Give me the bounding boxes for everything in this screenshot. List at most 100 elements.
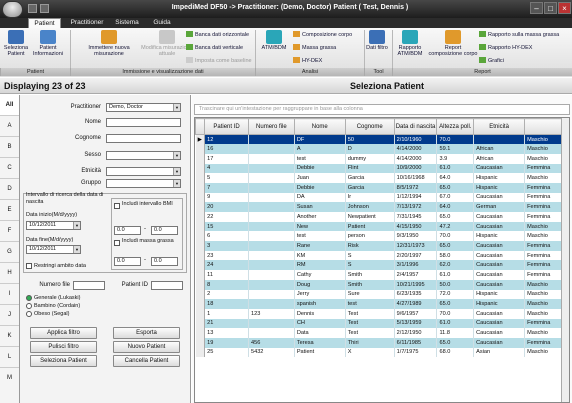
date-end-picker[interactable]: 10/12/2011 ▼ <box>26 245 81 254</box>
column-header[interactable]: Cognome <box>344 118 395 135</box>
bmi-min-input[interactable]: 0.0 <box>114 226 141 235</box>
table-cell[interactable] <box>248 270 295 280</box>
patient-id-input[interactable] <box>151 281 183 290</box>
table-cell[interactable]: Caucasian <box>473 241 526 251</box>
table-cell[interactable]: 68.0 <box>436 347 475 358</box>
table-cell[interactable]: Garcia <box>345 182 395 193</box>
table-row[interactable]: 18 spanish test 4/27/1989 65.0 Hispanic Maschi… <box>195 299 569 309</box>
new-measurement-button[interactable]: Immettere nuova misurazione <box>82 30 136 57</box>
hydex-button[interactable]: HY-DEX <box>293 57 322 64</box>
table-cell[interactable]: 70.0 <box>436 134 475 145</box>
table-cell[interactable] <box>248 318 295 329</box>
charts-button[interactable]: Grafici <box>479 57 504 64</box>
table-cell[interactable]: Another <box>294 212 346 222</box>
table-cell[interactable]: 6 <box>204 231 249 242</box>
table-cell[interactable]: 15 <box>204 221 249 232</box>
table-cell[interactable]: 70.0 <box>436 231 475 242</box>
table-cell[interactable]: 4/14/2000 <box>394 144 438 154</box>
table-cell[interactable]: Caucasian <box>473 337 526 348</box>
apply-filter-button[interactable]: Applica filtro <box>30 327 97 339</box>
table-cell[interactable]: 67.0 <box>436 192 475 203</box>
table-cell[interactable]: Test <box>345 328 395 338</box>
table-cell[interactable]: 23 <box>204 250 249 261</box>
table-cell[interactable]: A <box>294 144 346 154</box>
table-cell[interactable]: 7 <box>204 182 249 193</box>
table-cell[interactable]: Asian <box>473 347 526 358</box>
table-cell[interactable]: 12 <box>204 134 249 145</box>
table-cell[interactable]: Dennis <box>294 308 346 319</box>
table-cell[interactable]: 5 <box>204 173 249 183</box>
table-cell[interactable]: D <box>345 144 395 154</box>
tab-practitioner[interactable]: Practitioner <box>66 18 108 28</box>
table-cell[interactable]: Hispanic <box>473 173 526 183</box>
table-cell[interactable]: Caucasian <box>473 212 526 222</box>
table-cell[interactable]: 4/14/2000 <box>394 153 438 164</box>
table-row[interactable]: 17 test dummy 4/14/2000 3.9 African Maschio <box>195 153 569 164</box>
table-row[interactable]: 24 RM S 3/1/1996 62.0 Caucasian Femmina <box>195 260 569 271</box>
group-by-area[interactable]: Trascinare qui un'intestazione per raggr… <box>194 104 570 115</box>
table-cell[interactable]: 47.2 <box>436 221 475 232</box>
table-cell[interactable]: 64.0 <box>436 202 475 212</box>
table-row[interactable]: 6 test person 9/3/1950 70.0 Hispanic Maschio <box>195 231 569 242</box>
table-cell[interactable]: Caucasian <box>473 328 526 338</box>
fat-mass-checkbox[interactable] <box>114 240 120 246</box>
table-cell[interactable]: X <box>345 347 395 358</box>
column-header[interactable]: Nome <box>293 118 346 135</box>
table-cell[interactable]: 62.0 <box>436 260 475 271</box>
atm-bdm-button[interactable]: ATM/BDM <box>260 30 288 51</box>
restrict-date-checkbox[interactable] <box>26 263 32 269</box>
table-cell[interactable] <box>248 144 295 154</box>
table-cell[interactable]: 1 <box>204 308 249 319</box>
table-cell[interactable]: Patient <box>294 347 346 358</box>
table-cell[interactable]: 17 <box>204 153 249 164</box>
minimize-button[interactable]: – <box>530 2 543 14</box>
alpha-tab[interactable]: A <box>0 116 19 137</box>
table-cell[interactable] <box>248 202 295 212</box>
table-cell[interactable]: 61.0 <box>436 270 475 280</box>
table-cell[interactable]: DF <box>294 134 346 145</box>
table-cell[interactable]: Smith <box>345 270 395 280</box>
table-cell[interactable] <box>248 212 295 222</box>
table-cell[interactable] <box>248 192 295 203</box>
table-cell[interactable]: 1/7/1975 <box>394 347 438 358</box>
undo-icon[interactable] <box>40 4 49 13</box>
patient-info-button[interactable]: Patient Informazioni <box>31 30 65 57</box>
column-header[interactable]: Altezza poll. <box>436 118 475 135</box>
alpha-tab[interactable]: G <box>0 242 19 263</box>
table-cell[interactable] <box>248 241 295 251</box>
alpha-tab[interactable]: E <box>0 200 19 221</box>
table-cell[interactable]: 16 <box>204 144 249 154</box>
table-cell[interactable]: German <box>473 202 526 212</box>
table-cell[interactable]: Rane <box>294 241 346 251</box>
fat-max-input[interactable]: 0.0 <box>151 257 178 266</box>
vertical-scrollbar[interactable] <box>561 118 569 402</box>
fat-min-input[interactable]: 0.0 <box>114 257 141 266</box>
hydex-report-button[interactable]: Rapporto HY-DEX <box>479 44 532 51</box>
column-header[interactable]: Patient ID <box>204 118 249 135</box>
table-cell[interactable]: 20 <box>204 202 249 212</box>
export-button[interactable]: Esporta <box>113 327 180 339</box>
table-cell[interactable]: 9 <box>204 192 249 203</box>
table-cell[interactable]: 2/12/1950 <box>394 328 438 338</box>
table-cell[interactable]: 4/15/1950 <box>394 221 438 232</box>
save-icon[interactable] <box>28 4 37 13</box>
table-cell[interactable]: 59.1 <box>436 144 475 154</box>
table-row[interactable]: 15 New Patient 4/15/1950 47.2 Caucasian Maschi… <box>195 221 569 232</box>
tab-guida[interactable]: Guida <box>148 18 176 28</box>
table-row[interactable]: 7 Debbie Garcia 8/5/1972 65.0 Hispanic Femmina <box>195 182 569 193</box>
table-cell[interactable]: 4 <box>204 163 249 174</box>
table-cell[interactable]: Newpatient <box>345 212 395 222</box>
table-cell[interactable]: 65.0 <box>436 337 475 348</box>
table-cell[interactable]: 4/27/1989 <box>394 299 438 309</box>
table-cell[interactable]: Susan <box>294 202 346 212</box>
table-cell[interactable]: Flint <box>345 163 395 174</box>
cognome-input[interactable] <box>106 134 181 143</box>
tab-sistema[interactable]: Sistema <box>112 18 142 28</box>
column-header[interactable]: Numero file <box>247 118 295 135</box>
table-cell[interactable]: 6/11/1985 <box>394 337 438 348</box>
table-cell[interactable]: Hispanic <box>473 289 526 300</box>
table-cell[interactable]: 2/20/1997 <box>394 250 438 261</box>
table-cell[interactable]: 10/9/2000 <box>394 163 438 174</box>
clear-filter-button[interactable]: Pulisci filtro <box>30 341 97 353</box>
table-row[interactable]: 5 Juan Garcia 10/16/1968 64.0 Hispanic Maschio <box>195 173 569 183</box>
